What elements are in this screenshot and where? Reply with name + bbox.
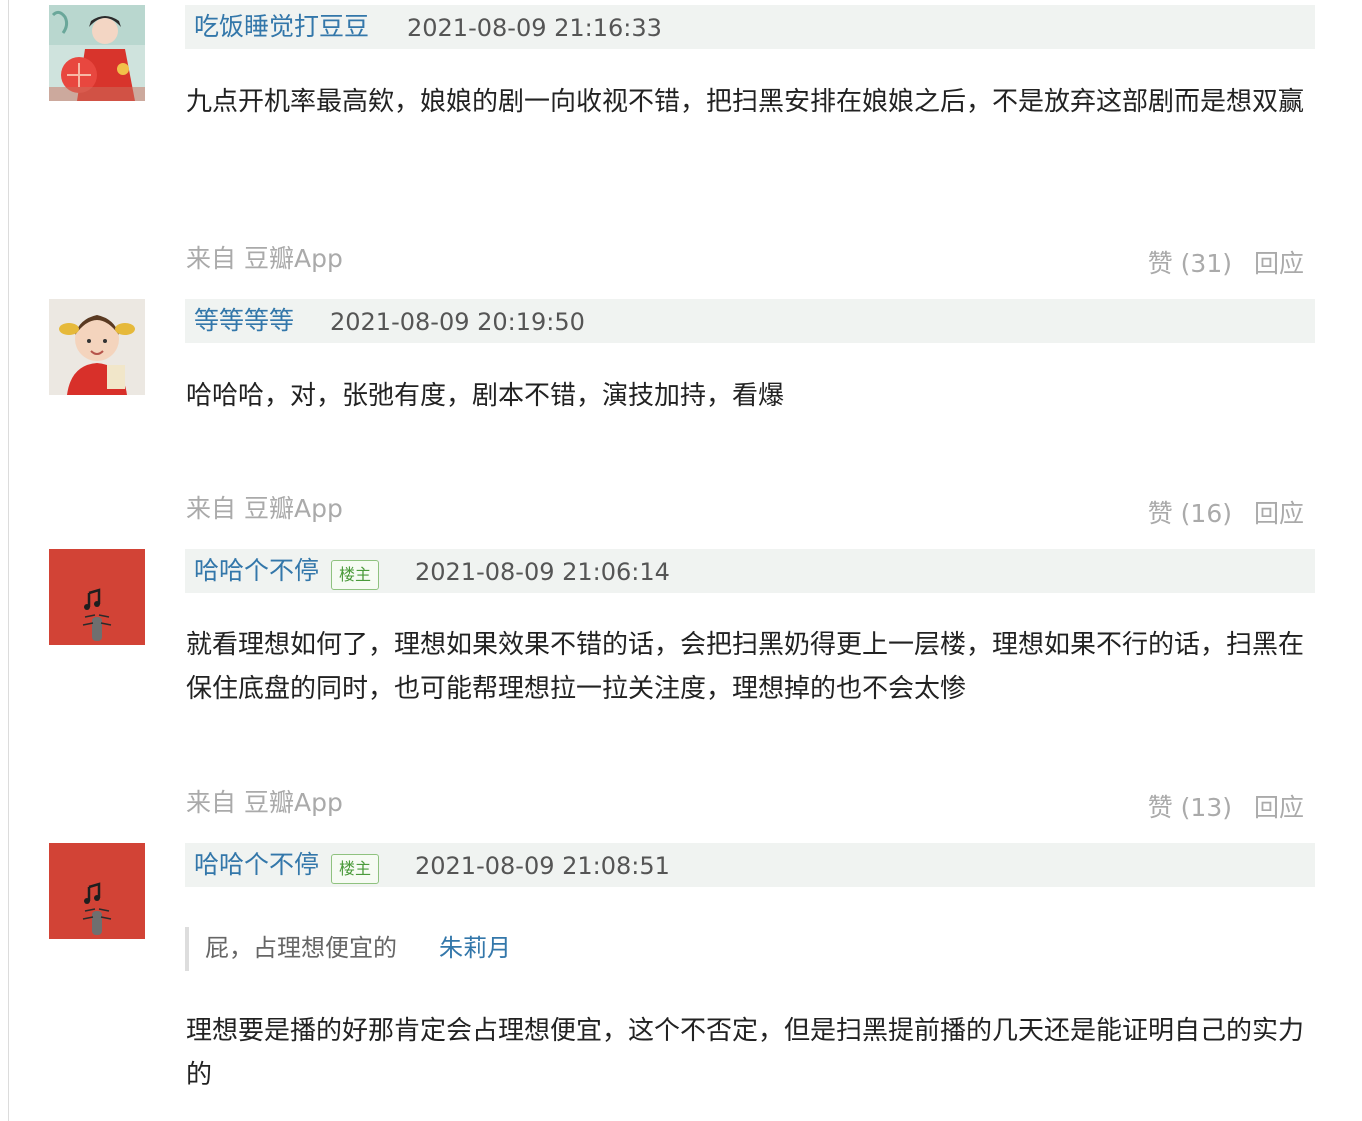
comment-actions: 赞 (16) 回应 — [1148, 500, 1304, 528]
source-app-link[interactable]: 豆瓣App — [244, 494, 343, 523]
like-button[interactable]: 赞 (31) — [1148, 249, 1232, 278]
op-badge: 楼主 — [331, 854, 379, 884]
quoted-reply-text: 屁，占理想便宜的 — [205, 934, 397, 962]
avatar[interactable] — [49, 5, 145, 101]
like-label: 赞 — [1147, 249, 1173, 278]
source-prefix: 来自 — [186, 788, 237, 817]
comment-meta-bar: 吃饭睡觉打豆豆 2021-08-09 21:16:33 — [185, 5, 1315, 49]
author-link[interactable]: 等等等等 — [194, 307, 294, 335]
comment-timestamp: 2021-08-09 21:06:14 — [415, 558, 670, 586]
comment-timestamp: 2021-08-09 21:16:33 — [407, 14, 662, 42]
source-app-link[interactable]: 豆瓣App — [244, 244, 343, 273]
avatar[interactable] — [49, 549, 145, 645]
like-count: (13) — [1180, 793, 1232, 822]
comment-text: 九点开机率最高欸，娘娘的剧一向收视不错，把扫黑安排在娘娘之后，不是放弃这部剧而是… — [186, 87, 1305, 117]
comment-text: 就看理想如何了，理想如果效果不错的话，会把扫黑奶得更上一层楼，理想如果不行的话，… — [186, 630, 1305, 704]
comment-timestamp: 2021-08-09 20:19:50 — [330, 308, 585, 336]
author-link[interactable]: 吃饭睡觉打豆豆 — [194, 13, 369, 41]
comment-meta-bar: 等等等等 2021-08-09 20:19:50 — [185, 299, 1315, 343]
comment-actions: 赞 (13) 回应 — [1148, 794, 1304, 822]
op-badge: 楼主 — [331, 560, 379, 590]
quoted-reply: 屁，占理想便宜的 朱莉月 — [185, 927, 1317, 971]
like-button[interactable]: 赞 (16) — [1148, 499, 1232, 528]
left-border-line — [8, 0, 9, 1121]
comment-text: 哈哈哈，对，张弛有度，剧本不错，演技加持，看爆 — [186, 381, 785, 411]
source-app-link[interactable]: 豆瓣App — [244, 788, 343, 817]
source-prefix: 来自 — [186, 244, 237, 273]
comment-text: 理想要是播的好那肯定会占理想便宜，这个不否定，但是扫黑提前播的几天还是能证明自己… — [186, 1016, 1305, 1090]
comment-actions: 赞 (31) 回应 — [1148, 250, 1304, 278]
comment-source: 来自 豆瓣App — [186, 789, 343, 817]
comment-timestamp: 2021-08-09 21:08:51 — [415, 852, 670, 880]
author-link[interactable]: 哈哈个不停 — [194, 557, 319, 585]
reply-button[interactable]: 回应 — [1254, 249, 1304, 278]
like-count: (31) — [1180, 249, 1232, 278]
comment-source: 来自 豆瓣App — [186, 495, 343, 523]
like-button[interactable]: 赞 (13) — [1148, 793, 1232, 822]
source-prefix: 来自 — [186, 494, 237, 523]
comment-meta-bar: 哈哈个不停 楼主 2021-08-09 21:06:14 — [185, 549, 1315, 593]
comment-meta-bar: 哈哈个不停 楼主 2021-08-09 21:08:51 — [185, 843, 1315, 887]
reply-button[interactable]: 回应 — [1254, 793, 1304, 822]
comment-list-page: 吃饭睡觉打豆豆 2021-08-09 21:16:33 九点开机率最高欸，娘娘的… — [0, 0, 1362, 1121]
quoted-reply-author-link[interactable]: 朱莉月 — [439, 933, 511, 963]
reply-button[interactable]: 回应 — [1254, 499, 1304, 528]
comment-source: 来自 豆瓣App — [186, 245, 343, 273]
avatar[interactable] — [49, 843, 145, 939]
like-count: (16) — [1180, 499, 1232, 528]
like-label: 赞 — [1147, 793, 1173, 822]
like-label: 赞 — [1147, 499, 1173, 528]
author-link[interactable]: 哈哈个不停 — [194, 851, 319, 879]
avatar[interactable] — [49, 299, 145, 395]
